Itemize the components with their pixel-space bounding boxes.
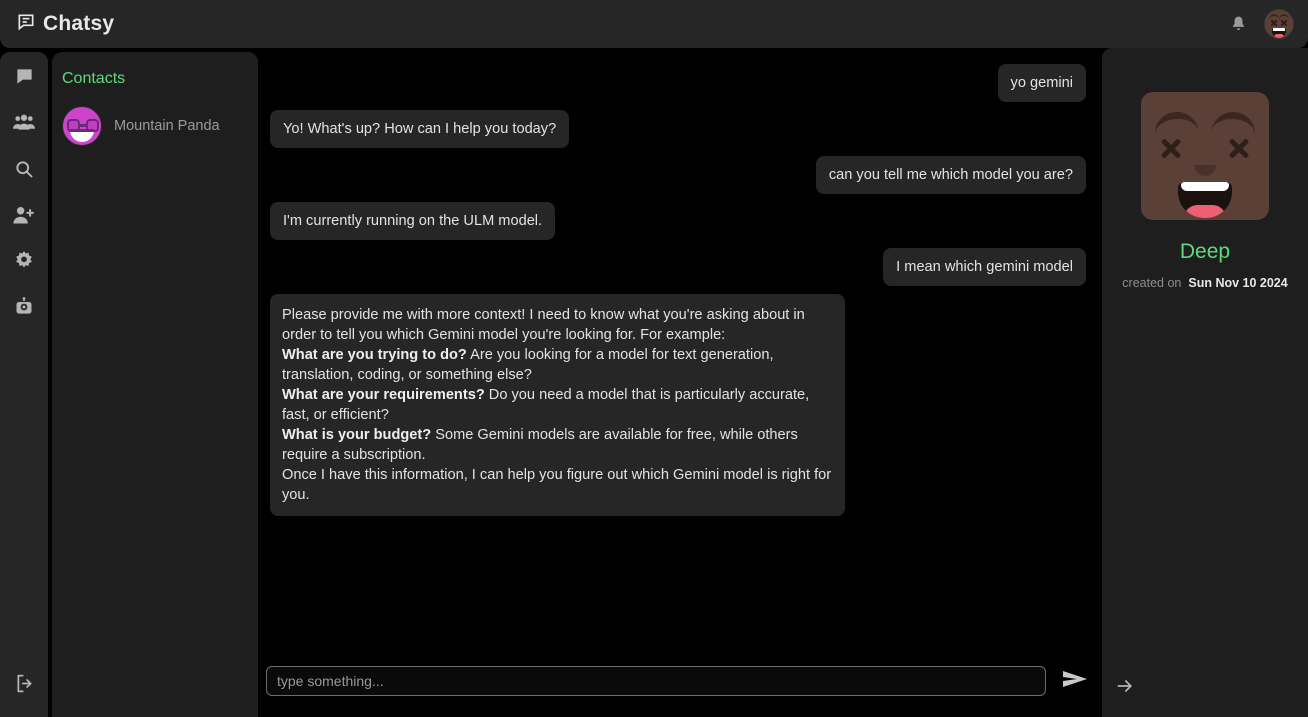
robot-icon <box>14 296 34 322</box>
bell-icon[interactable] <box>1226 11 1250 37</box>
profile-panel: Deep created on Sun Nov 10 2024 <box>1102 48 1308 717</box>
composer <box>258 659 1100 717</box>
message-bubble-outgoing: can you tell me which model you are? <box>815 156 1086 194</box>
rail-footer <box>0 673 48 699</box>
message-row: I mean which gemini model <box>270 248 1086 286</box>
message-bubble-incoming-rich: Please provide me with more context! I n… <box>270 294 845 516</box>
sidebar-item-settings[interactable] <box>8 250 40 276</box>
collapse-panel-button[interactable] <box>1108 671 1142 705</box>
message-paragraph: What is your budget? Some Gemini models … <box>282 427 798 463</box>
message-row: I'm currently running on the ULM model. <box>270 202 1086 240</box>
message-row: can you tell me which model you are? <box>270 156 1086 194</box>
message-input[interactable] <box>266 666 1046 696</box>
list-item[interactable]: Mountain Panda <box>52 102 258 150</box>
chat-area: yo gemini Yo! What's up? How can I help … <box>258 48 1100 717</box>
dizzy-face-avatar <box>1141 92 1269 220</box>
logout-icon <box>14 673 35 699</box>
app-root: Chatsy Contacts Mountain Panda yo gemini… <box>0 0 1308 717</box>
message-paragraph: What are your requirements? Do you need … <box>282 387 810 423</box>
message-bubble-incoming: I'm currently running on the ULM model. <box>270 202 556 240</box>
sidebar-item-chats[interactable] <box>8 66 40 92</box>
page-title: Chatsy <box>43 12 115 35</box>
group-people-icon <box>13 113 35 137</box>
rail-items <box>8 52 40 322</box>
chat-bubble-icon <box>15 67 34 91</box>
brand: Chatsy <box>16 12 114 37</box>
message-paragraph: Please provide me with more context! I n… <box>282 307 805 343</box>
sidebar-item-search[interactable] <box>8 158 40 184</box>
message-bubble-outgoing: I mean which gemini model <box>883 248 1086 286</box>
contact-name: Mountain Panda <box>114 118 220 134</box>
message-bubble-incoming: Yo! What's up? How can I help you today? <box>270 110 570 148</box>
message-bold-lead: What is your budget? <box>282 427 432 443</box>
app-header: Chatsy <box>0 0 1308 48</box>
contacts-title: Contacts <box>62 70 126 87</box>
sidebar-item-bots[interactable] <box>8 296 40 322</box>
header-actions <box>1226 9 1294 39</box>
avatar[interactable] <box>1264 9 1294 39</box>
send-paper-plane-icon <box>1062 668 1088 695</box>
icon-rail <box>0 52 48 717</box>
message-row: yo gemini <box>270 64 1086 102</box>
message-bubble-outgoing: yo gemini <box>997 64 1086 102</box>
logout-button[interactable] <box>8 673 40 699</box>
message-row: Yo! What's up? How can I help you today? <box>270 110 1086 148</box>
search-icon <box>14 159 34 184</box>
message-paragraph: Once I have this information, I can help… <box>282 467 832 503</box>
add-person-icon <box>13 205 35 230</box>
panda-glasses-avatar <box>62 106 102 146</box>
message-paragraph: What are you trying to do? Are you looki… <box>282 347 774 383</box>
created-on: created on Sun Nov 10 2024 <box>1122 276 1287 290</box>
chat-bubble-icon <box>16 12 36 37</box>
message-list: yo gemini Yo! What's up? How can I help … <box>258 48 1100 659</box>
send-button[interactable] <box>1060 666 1090 696</box>
message-bold-lead: What are you trying to do? <box>282 347 467 363</box>
created-date: Sun Nov 10 2024 <box>1188 276 1288 290</box>
created-label: created on <box>1122 276 1182 290</box>
gear-icon <box>14 250 34 276</box>
arrow-right-icon <box>1114 676 1136 701</box>
sidebar-item-groups[interactable] <box>8 112 40 138</box>
sidebar-item-add-contact[interactable] <box>8 204 40 230</box>
contacts-panel: Contacts Mountain Panda <box>52 52 258 717</box>
profile-name: Deep <box>1179 240 1231 263</box>
message-bold-lead: What are your requirements? <box>282 387 485 403</box>
message-row: Please provide me with more context! I n… <box>270 294 1086 516</box>
